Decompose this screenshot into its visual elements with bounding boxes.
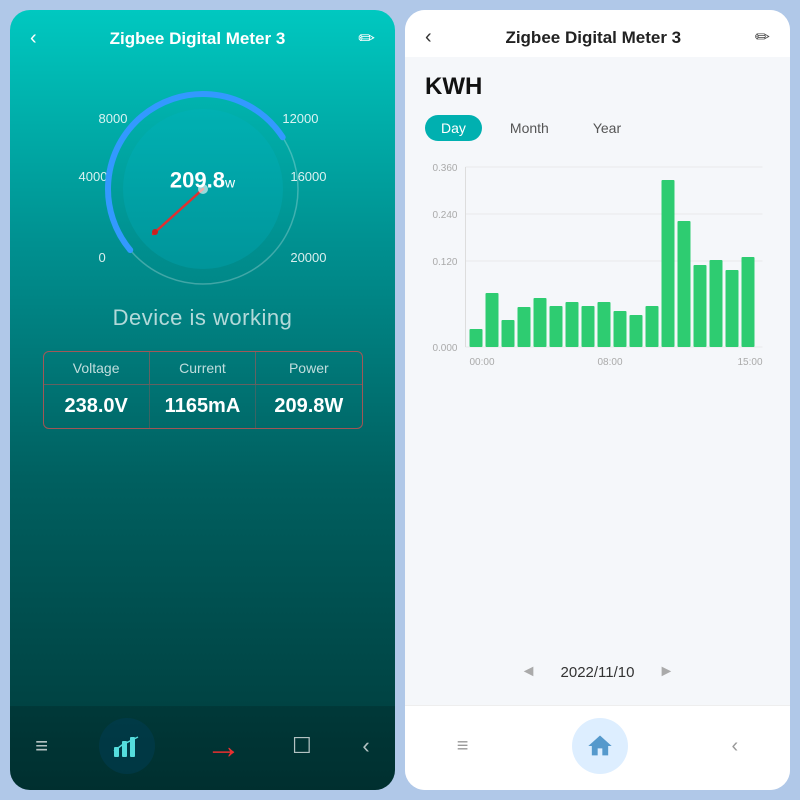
power-value: 209.8W: [256, 385, 361, 428]
right-back-button[interactable]: ‹: [425, 26, 432, 49]
back-nav-icon[interactable]: ‹: [362, 733, 369, 759]
right-back-nav-icon[interactable]: ‹: [732, 735, 739, 758]
left-bottom-bar: ≡ → ☐ ‹: [10, 706, 395, 790]
right-bottom-bar: ≡ ‹: [405, 705, 790, 790]
home-button[interactable]: [572, 718, 628, 774]
bar-chart-icon: [112, 733, 142, 759]
current-value: 1165mA: [150, 385, 256, 428]
tab-day[interactable]: Day: [425, 115, 482, 141]
voltage-header: Voltage: [44, 352, 150, 384]
svg-text:08:00: 08:00: [598, 357, 623, 368]
next-date-button[interactable]: ►: [658, 663, 674, 681]
right-content: KWH Day Month Year 0.360 0.240 0.120 0.0…: [405, 57, 790, 705]
stats-value-row: 238.0V 1165mA 209.8W: [44, 385, 362, 428]
power-header: Power: [256, 352, 361, 384]
prev-date-button[interactable]: ◄: [521, 663, 537, 681]
left-back-button[interactable]: ‹: [30, 27, 37, 50]
right-edit-button[interactable]: ✏: [755, 27, 770, 48]
home-icon: [586, 732, 614, 760]
stats-header-row: Voltage Current Power: [44, 352, 362, 385]
left-panel: ‹ Zigbee Digital Meter 3 ✏ 8000 12000 40…: [10, 10, 395, 790]
menu-icon[interactable]: ≡: [35, 733, 48, 759]
device-status: Device is working: [113, 305, 293, 331]
svg-text:0.360: 0.360: [432, 163, 457, 174]
bar-chart-svg: 0.360 0.240 0.120 0.000: [425, 157, 770, 387]
current-header: Current: [150, 352, 256, 384]
tab-month[interactable]: Month: [494, 115, 565, 141]
left-edit-button[interactable]: ✏: [358, 26, 375, 51]
chart-icon-button[interactable]: [99, 718, 155, 774]
tab-year[interactable]: Year: [577, 115, 637, 141]
left-title: Zigbee Digital Meter 3: [110, 29, 286, 49]
gauge-value: 209.8w: [170, 167, 235, 193]
right-arrow: →: [205, 725, 241, 767]
date-display: 2022/11/10: [561, 664, 635, 681]
home-nav-icon[interactable]: ☐: [292, 733, 312, 759]
gauge: 8000 12000 4000 16000 0 20000: [73, 69, 333, 289]
svg-text:00:00: 00:00: [470, 357, 495, 368]
svg-text:15:00: 15:00: [738, 357, 763, 368]
right-header: ‹ Zigbee Digital Meter 3 ✏: [405, 10, 790, 57]
chart-area: 0.360 0.240 0.120 0.000: [425, 157, 770, 651]
right-menu-icon[interactable]: ≡: [457, 735, 469, 758]
svg-text:0.240: 0.240: [432, 210, 457, 221]
tab-row: Day Month Year: [425, 115, 770, 141]
stats-table: Voltage Current Power 238.0V 1165mA 209.…: [43, 351, 363, 429]
date-nav: ◄ 2022/11/10 ►: [425, 651, 770, 689]
kwh-title: KWH: [425, 73, 770, 101]
svg-text:0.000: 0.000: [432, 343, 457, 354]
svg-text:0.120: 0.120: [432, 257, 457, 268]
right-title: Zigbee Digital Meter 3: [505, 28, 681, 48]
left-header: ‹ Zigbee Digital Meter 3 ✏: [10, 10, 395, 59]
voltage-value: 238.0V: [44, 385, 150, 428]
right-panel: ‹ Zigbee Digital Meter 3 ✏ KWH Day Month…: [405, 10, 790, 790]
